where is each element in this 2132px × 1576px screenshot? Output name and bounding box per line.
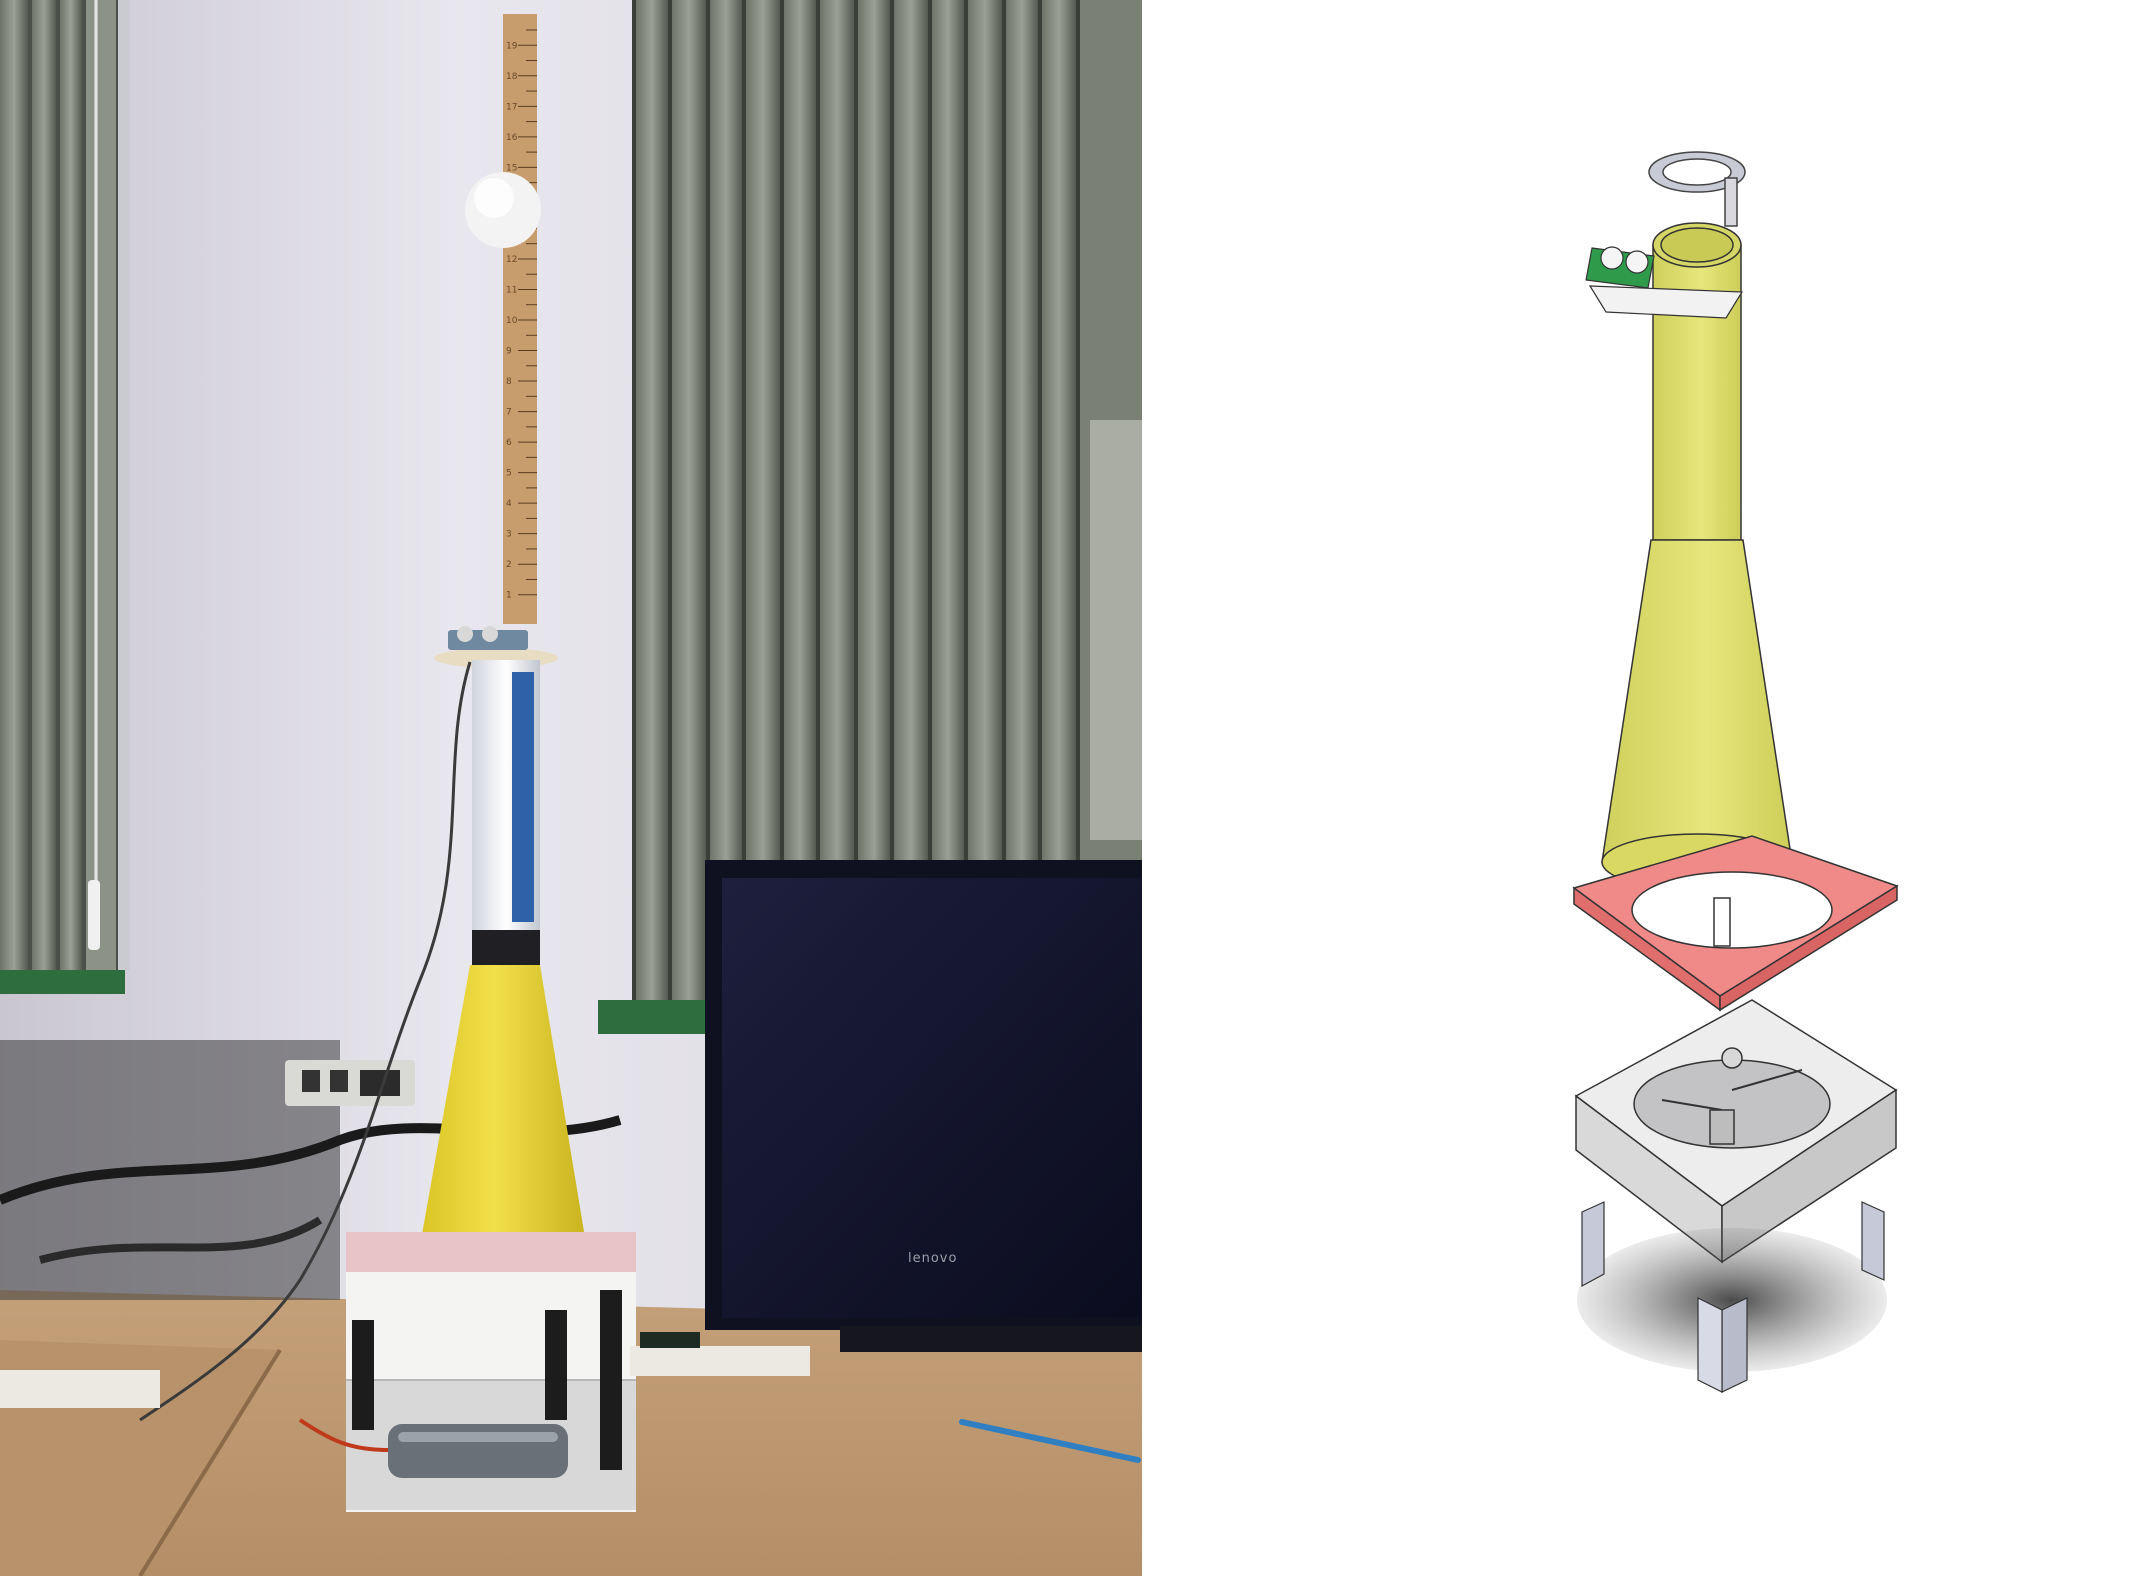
cad-panel bbox=[1142, 0, 2132, 1576]
ping-pong-ball bbox=[465, 172, 541, 248]
breadboard bbox=[0, 1370, 160, 1408]
cad-cone bbox=[1601, 539, 1793, 891]
battery-pack bbox=[388, 1424, 568, 1478]
cad-rendering bbox=[1572, 151, 1899, 1393]
top-ring bbox=[1648, 151, 1746, 227]
breadboard bbox=[630, 1346, 810, 1376]
ruler-number: 15 bbox=[506, 163, 517, 173]
ruler-number: 6 bbox=[506, 438, 512, 448]
left-window-blinds bbox=[0, 0, 130, 994]
ruler-number: 2 bbox=[506, 560, 512, 570]
ruler-number: 8 bbox=[506, 377, 512, 387]
ruler-number: 17 bbox=[506, 102, 517, 112]
measuring-ruler: 12345678910111213141516171819 bbox=[503, 14, 537, 624]
monitor: lenovo bbox=[705, 860, 1142, 1352]
ruler-number: 12 bbox=[506, 255, 517, 265]
ruler-number: 18 bbox=[506, 72, 518, 82]
ruler-number: 19 bbox=[506, 41, 518, 51]
ruler-number: 5 bbox=[506, 469, 512, 479]
white-tube bbox=[472, 660, 540, 970]
photo-panel: 12345678910111213141516171819 bbox=[0, 0, 1142, 1576]
ruler-number: 9 bbox=[506, 347, 512, 357]
ruler-number: 11 bbox=[506, 285, 517, 295]
ruler-number: 7 bbox=[506, 408, 512, 418]
ruler-number: 1 bbox=[506, 591, 512, 601]
microcontroller bbox=[640, 1332, 700, 1348]
power-strip bbox=[285, 1060, 415, 1106]
monitor-brand-label: lenovo bbox=[908, 1251, 957, 1266]
cad-tube bbox=[1652, 222, 1742, 541]
rig-photo: 12345678910111213141516171819 bbox=[0, 0, 1142, 1576]
ruler-number: 16 bbox=[506, 133, 518, 143]
ruler-number: 3 bbox=[506, 530, 512, 540]
fan-housing-cad bbox=[1574, 999, 1898, 1264]
ruler-number: 10 bbox=[506, 316, 518, 326]
ruler-number: 4 bbox=[506, 499, 512, 509]
